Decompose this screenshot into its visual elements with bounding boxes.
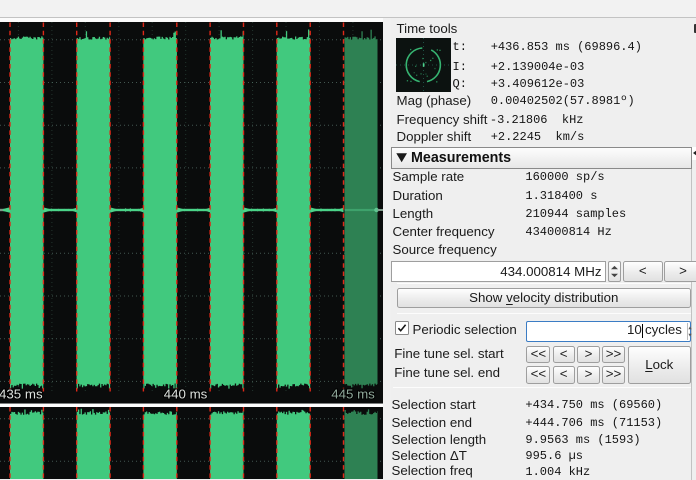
svg-text:445 ms: 445 ms xyxy=(331,387,375,402)
svg-text:435 ms: 435 ms xyxy=(0,387,43,402)
svg-text:440 ms: 440 ms xyxy=(164,387,208,402)
